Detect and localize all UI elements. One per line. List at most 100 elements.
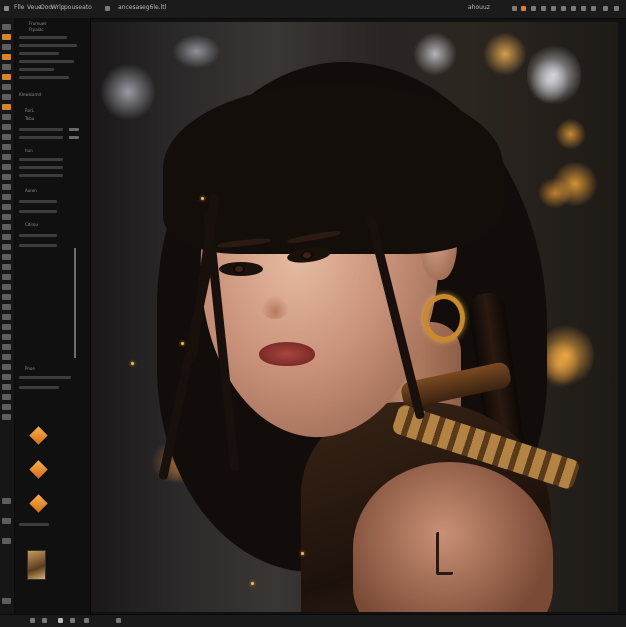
keyframe-diamond-icon[interactable] (29, 460, 48, 479)
dodge-tool-icon[interactable] (2, 194, 11, 200)
hand-icon[interactable] (70, 618, 75, 623)
eye-icon[interactable] (581, 6, 586, 11)
grid-icon[interactable] (30, 618, 35, 623)
accent-icon[interactable] (521, 6, 526, 11)
image-canvas[interactable] (91, 22, 618, 612)
clone-tool-icon[interactable] (2, 114, 11, 120)
path-tool-icon[interactable] (2, 264, 11, 270)
panel-row[interactable] (19, 210, 57, 213)
zoom-tool-icon[interactable] (2, 164, 11, 170)
panel-row[interactable] (19, 244, 57, 247)
export-tool-icon[interactable] (2, 518, 11, 524)
sponge-tool-icon[interactable] (2, 294, 11, 300)
brush-tool-icon[interactable] (2, 34, 11, 40)
menu-item-account[interactable]: ahouuz (468, 4, 490, 11)
filter-tool-icon[interactable] (2, 354, 11, 360)
patch-tool-icon[interactable] (2, 244, 11, 250)
text-tool-icon[interactable] (2, 124, 11, 130)
export-icon[interactable] (512, 6, 517, 11)
menu-item-help[interactable]: Wrlp (51, 4, 65, 11)
slice-tool-icon[interactable] (2, 224, 11, 230)
shape-tool-icon[interactable] (2, 134, 11, 140)
adjust-icon[interactable] (571, 6, 576, 11)
action-tool-icon[interactable] (2, 384, 11, 390)
panel-row-label: Pnoe (25, 366, 35, 371)
menu-item-file-name[interactable]: eg6le.ltl (142, 4, 166, 11)
fullscreen-tool-icon[interactable] (2, 598, 11, 604)
stamp-tool-icon[interactable] (2, 284, 11, 290)
panel-row[interactable] (19, 386, 59, 389)
nose (261, 295, 289, 319)
value-slider[interactable] (69, 136, 79, 139)
earring (423, 294, 465, 342)
property-tool-icon[interactable] (2, 414, 11, 420)
left-eye (219, 262, 263, 276)
gear-icon[interactable] (105, 6, 110, 11)
panel-row[interactable] (19, 166, 63, 169)
eyedropper-tool-icon[interactable] (2, 174, 11, 180)
hand-tool-icon[interactable] (2, 154, 11, 160)
move-tool-icon[interactable] (2, 24, 11, 30)
rotate-icon[interactable] (84, 618, 89, 623)
brush-icon[interactable] (561, 6, 566, 11)
panel-row[interactable] (19, 44, 77, 47)
measure-tool-icon[interactable] (2, 214, 11, 220)
layer-thumbnail[interactable] (27, 550, 46, 580)
panel-row[interactable] (19, 60, 74, 63)
info-tool-icon[interactable] (2, 394, 11, 400)
layers-icon[interactable] (541, 6, 546, 11)
app-icon[interactable] (4, 6, 9, 11)
zoom-icon[interactable] (42, 618, 47, 623)
smudge-tool-icon[interactable] (2, 204, 11, 210)
panel-row[interactable] (19, 174, 63, 177)
adjust-tool-icon[interactable] (2, 344, 11, 350)
heal-tool-icon[interactable] (2, 304, 11, 310)
share-icon[interactable] (531, 6, 536, 11)
menu-item-canvas[interactable]: ancesas (118, 4, 142, 11)
pen-tool-icon[interactable] (2, 144, 11, 150)
color-tool-icon[interactable] (2, 54, 11, 60)
select-tool-icon[interactable] (2, 44, 11, 50)
mask-tool-icon[interactable] (2, 314, 11, 320)
bokeh-light (527, 42, 581, 108)
panel-row[interactable] (19, 76, 69, 79)
crop-tool-icon[interactable] (2, 84, 11, 90)
panel-scrollbar[interactable] (74, 248, 76, 358)
note-tool-icon[interactable] (2, 254, 11, 260)
panel-row[interactable] (19, 234, 57, 237)
timeline-tool-icon[interactable] (2, 498, 11, 504)
fill-tool-icon[interactable] (2, 74, 11, 80)
keyframe-diamond-icon[interactable] (29, 426, 48, 445)
keyframe-diamond-icon[interactable] (29, 494, 48, 513)
close-icon[interactable] (614, 6, 619, 11)
panel-row[interactable] (19, 200, 57, 203)
panel-row[interactable] (19, 523, 49, 526)
blur-tool-icon[interactable] (2, 184, 11, 190)
layer-tool-icon[interactable] (2, 324, 11, 330)
library-tool-icon[interactable] (2, 404, 11, 410)
panel-row[interactable] (19, 136, 63, 139)
lasso-tool-icon[interactable] (2, 64, 11, 70)
grid-icon[interactable] (551, 6, 556, 11)
menu-icon[interactable] (603, 6, 608, 11)
panel-row[interactable] (19, 128, 63, 131)
menu-item-file[interactable]: Flle (14, 4, 24, 11)
panel-row[interactable] (19, 36, 67, 39)
panel-row[interactable] (19, 158, 63, 161)
panel-row[interactable] (19, 68, 54, 71)
preview-tool-icon[interactable] (2, 538, 11, 544)
panel-row[interactable] (19, 52, 59, 55)
rotate-tool-icon[interactable] (2, 274, 11, 280)
settings-icon[interactable] (591, 6, 596, 11)
warp-tool-icon[interactable] (2, 234, 11, 240)
eraser-tool-icon[interactable] (2, 94, 11, 100)
history-tool-icon[interactable] (2, 334, 11, 340)
page-icon[interactable] (58, 618, 63, 623)
fit-icon[interactable] (116, 618, 121, 623)
value-slider[interactable] (69, 128, 79, 131)
panel-row[interactable] (19, 376, 71, 379)
channel-tool-icon[interactable] (2, 374, 11, 380)
menu-item-project[interactable]: pouseato (64, 4, 92, 11)
gradient-tool-icon[interactable] (2, 104, 11, 110)
swatch-tool-icon[interactable] (2, 364, 11, 370)
